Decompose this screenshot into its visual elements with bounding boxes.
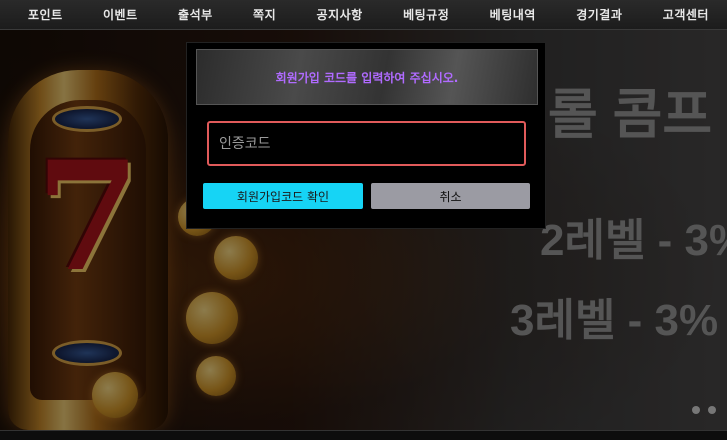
nav-item-match-results[interactable]: 경기결과 (576, 6, 622, 23)
carousel-dot[interactable] (708, 406, 716, 414)
cancel-button[interactable]: 취소 (371, 183, 530, 209)
nav-item-messages[interactable]: 쪽지 (253, 6, 276, 23)
nav-item-betting-history[interactable]: 베팅내역 (490, 6, 536, 23)
carousel-dots (692, 406, 716, 414)
nav-item-betting-rules[interactable]: 베팅규정 (403, 6, 449, 23)
nav-item-attendance[interactable]: 출석부 (178, 6, 213, 23)
signup-code-modal: 회원가입 코드를 입력하여 주십시오. 회원가입코드 확인 취소 (186, 42, 546, 229)
nav-item-customer-center[interactable]: 고객센터 (663, 6, 709, 23)
modal-header: 회원가입 코드를 입력하여 주십시오. (196, 49, 538, 105)
nav-item-points[interactable]: 포인트 (28, 6, 63, 23)
carousel-dot[interactable] (692, 406, 700, 414)
auth-code-input[interactable] (207, 121, 526, 166)
nav-item-events[interactable]: 이벤트 (103, 6, 138, 23)
top-navigation: 포인트 이벤트 출석부 쪽지 공지사항 베팅규정 베팅내역 경기결과 고객센터 (0, 0, 727, 30)
modal-title: 회원가입 코드를 입력하여 주십시오. (275, 70, 459, 85)
bottom-strip (0, 430, 727, 440)
confirm-signup-code-button[interactable]: 회원가입코드 확인 (203, 183, 363, 209)
nav-item-notices[interactable]: 공지사항 (317, 6, 363, 23)
